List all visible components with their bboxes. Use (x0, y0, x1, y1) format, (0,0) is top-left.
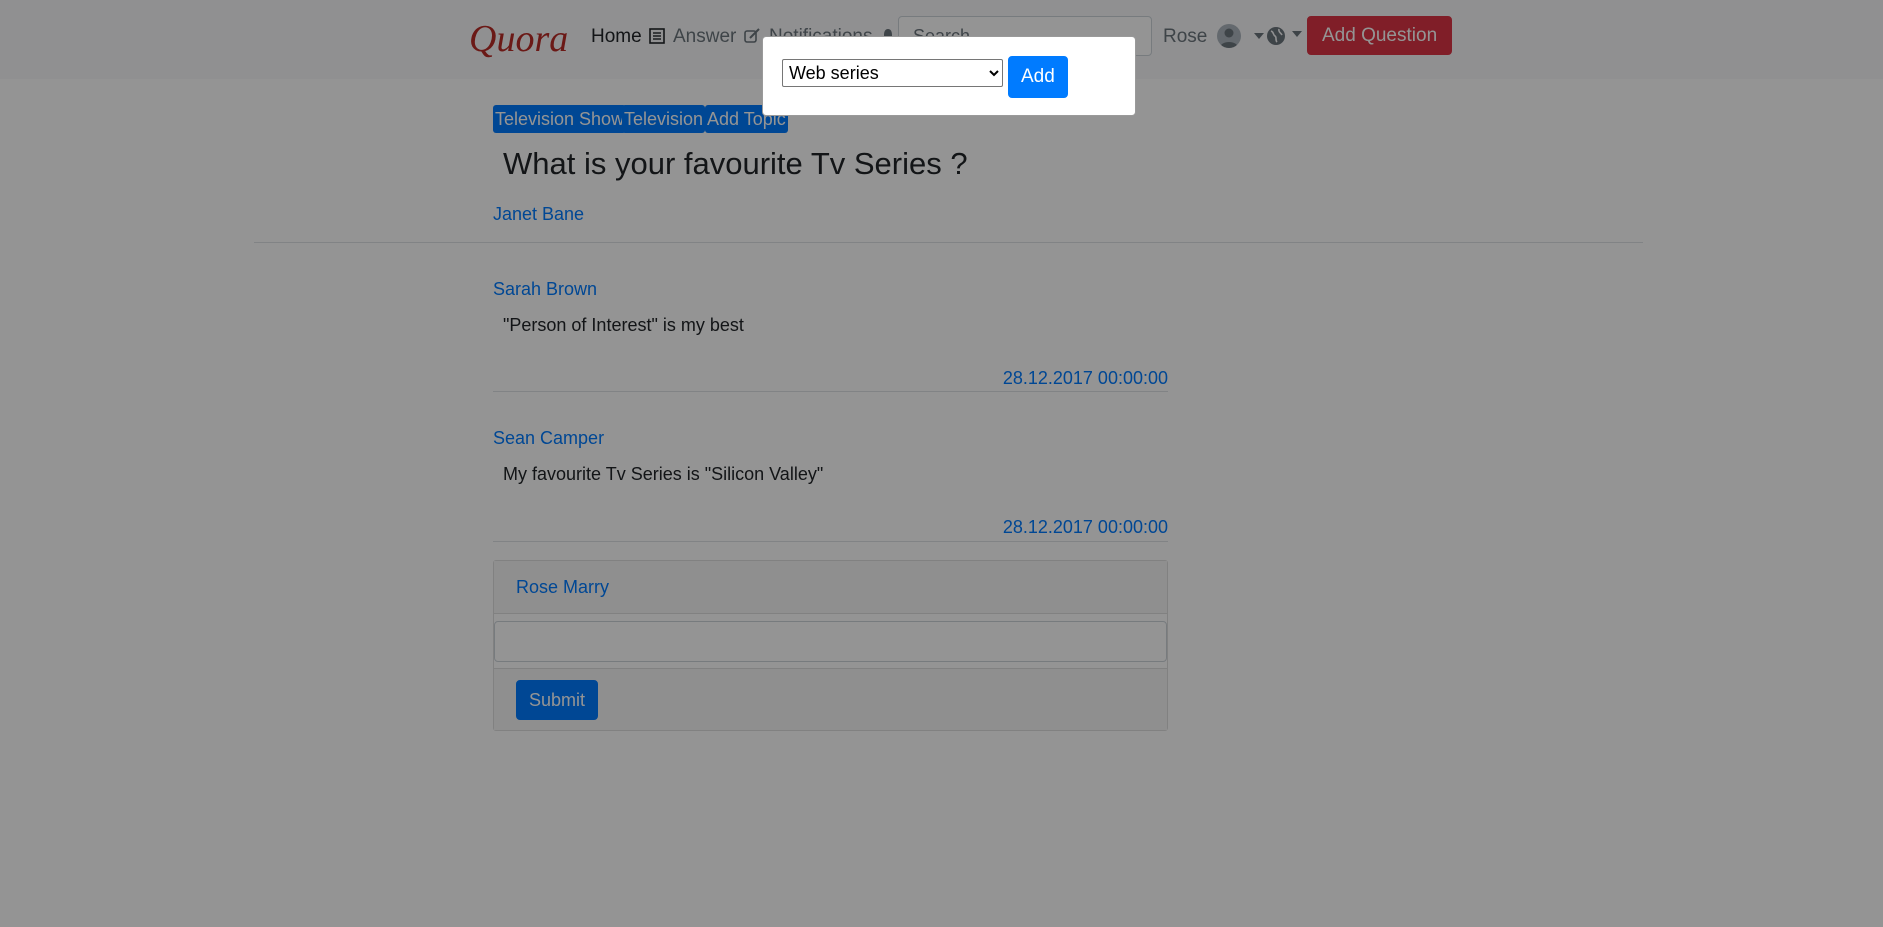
add-topic-confirm-button[interactable]: Add (1008, 56, 1068, 98)
add-topic-modal: Web series Add (762, 36, 1136, 116)
modal-backdrop[interactable] (0, 0, 1883, 927)
topic-select[interactable]: Web series (782, 59, 1003, 87)
